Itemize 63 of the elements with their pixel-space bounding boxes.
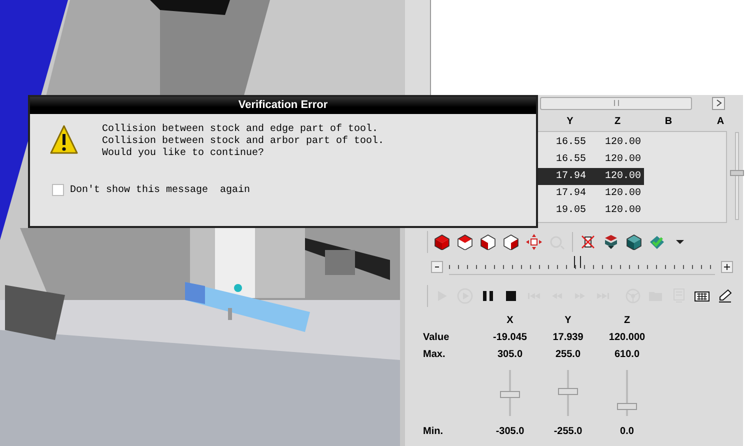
- table-cell-text: 17.94: [554, 188, 586, 199]
- axis-label: Y: [564, 315, 572, 326]
- edit-icon[interactable]: [717, 288, 733, 304]
- dialog-title: Verification Error: [30, 97, 536, 114]
- plus-icon[interactable]: [721, 261, 733, 273]
- slider-thumb[interactable]: [617, 403, 637, 410]
- table-row[interactable]: 16.55 120.00: [538, 134, 644, 151]
- column-header: A: [716, 116, 726, 126]
- scrollbar-thumb[interactable]: [540, 96, 692, 110]
- axis-min: 0.0: [619, 426, 635, 437]
- message-text: Collision between stock and arbor part of tool.: [102, 136, 384, 148]
- cube-icon[interactable]: [480, 234, 496, 250]
- cube-icon[interactable]: [434, 234, 450, 250]
- table-row[interactable]: 17.94 120.00: [538, 168, 644, 185]
- axis-min: -305.0: [494, 426, 526, 437]
- chevron-right-icon[interactable]: [712, 96, 725, 110]
- axis-max: 305.0: [496, 349, 524, 360]
- axis-label: Z: [622, 315, 632, 326]
- move-icon[interactable]: [526, 234, 542, 250]
- layers-icon[interactable]: [603, 234, 619, 250]
- slider-thumb[interactable]: [500, 391, 520, 398]
- axis-value: -19.045: [492, 332, 528, 343]
- check-icon[interactable]: [649, 234, 665, 250]
- message-text: Collision between stock and edge part of tool.: [102, 124, 380, 136]
- row-label: Value: [423, 332, 450, 343]
- table-cell-text: 120.00: [604, 137, 641, 148]
- axis-value: 120.000: [608, 332, 646, 343]
- table-cell-text: 120.00: [604, 171, 641, 182]
- table-cell-text: 16.55: [554, 137, 586, 148]
- cube-icon[interactable]: [457, 234, 473, 250]
- checkbox[interactable]: [52, 184, 64, 196]
- column-header: B: [664, 116, 674, 126]
- axis-max: 610.0: [613, 349, 641, 360]
- axis-label: X: [506, 315, 514, 326]
- table-cell-text: 16.55: [554, 154, 586, 165]
- cube-cross-icon[interactable]: [580, 234, 596, 250]
- slider-thumb[interactable]: [558, 388, 578, 396]
- table-cell-text: 120.00: [604, 154, 641, 165]
- stop-icon[interactable]: [503, 288, 519, 304]
- warning-icon: [50, 124, 78, 156]
- table-cell-text: 17.94: [554, 171, 586, 182]
- row-label: Min.: [423, 426, 444, 437]
- message-text: Would you like to continue?: [102, 148, 266, 160]
- pause-icon[interactable]: [480, 288, 496, 304]
- table-cell-text: 120.00: [604, 188, 641, 199]
- column-header: Z: [613, 116, 622, 126]
- cube-icon[interactable]: [626, 234, 642, 250]
- axis-max: 255.0: [554, 349, 582, 360]
- table-row[interactable]: 19.05 120.00: [538, 202, 644, 219]
- table-row[interactable]: 16.55 120.00: [538, 151, 644, 168]
- minus-icon[interactable]: [431, 261, 443, 273]
- column-header: Y: [566, 116, 574, 126]
- cube-icon[interactable]: [503, 234, 519, 250]
- table-cell-text: 19.05: [554, 205, 586, 216]
- row-label: Max.: [423, 349, 446, 360]
- fixture-block: [5, 285, 65, 340]
- checkbox-label[interactable]: Don't show this message again: [70, 184, 250, 196]
- axis-value: 17.939: [552, 332, 584, 343]
- table-row[interactable]: 17.94 120.00: [538, 185, 644, 202]
- table-cell-text: 120.00: [604, 205, 641, 216]
- scrollbar[interactable]: [730, 132, 744, 220]
- slider-thumb[interactable]: [574, 256, 581, 268]
- axis-min: -255.0: [552, 426, 584, 437]
